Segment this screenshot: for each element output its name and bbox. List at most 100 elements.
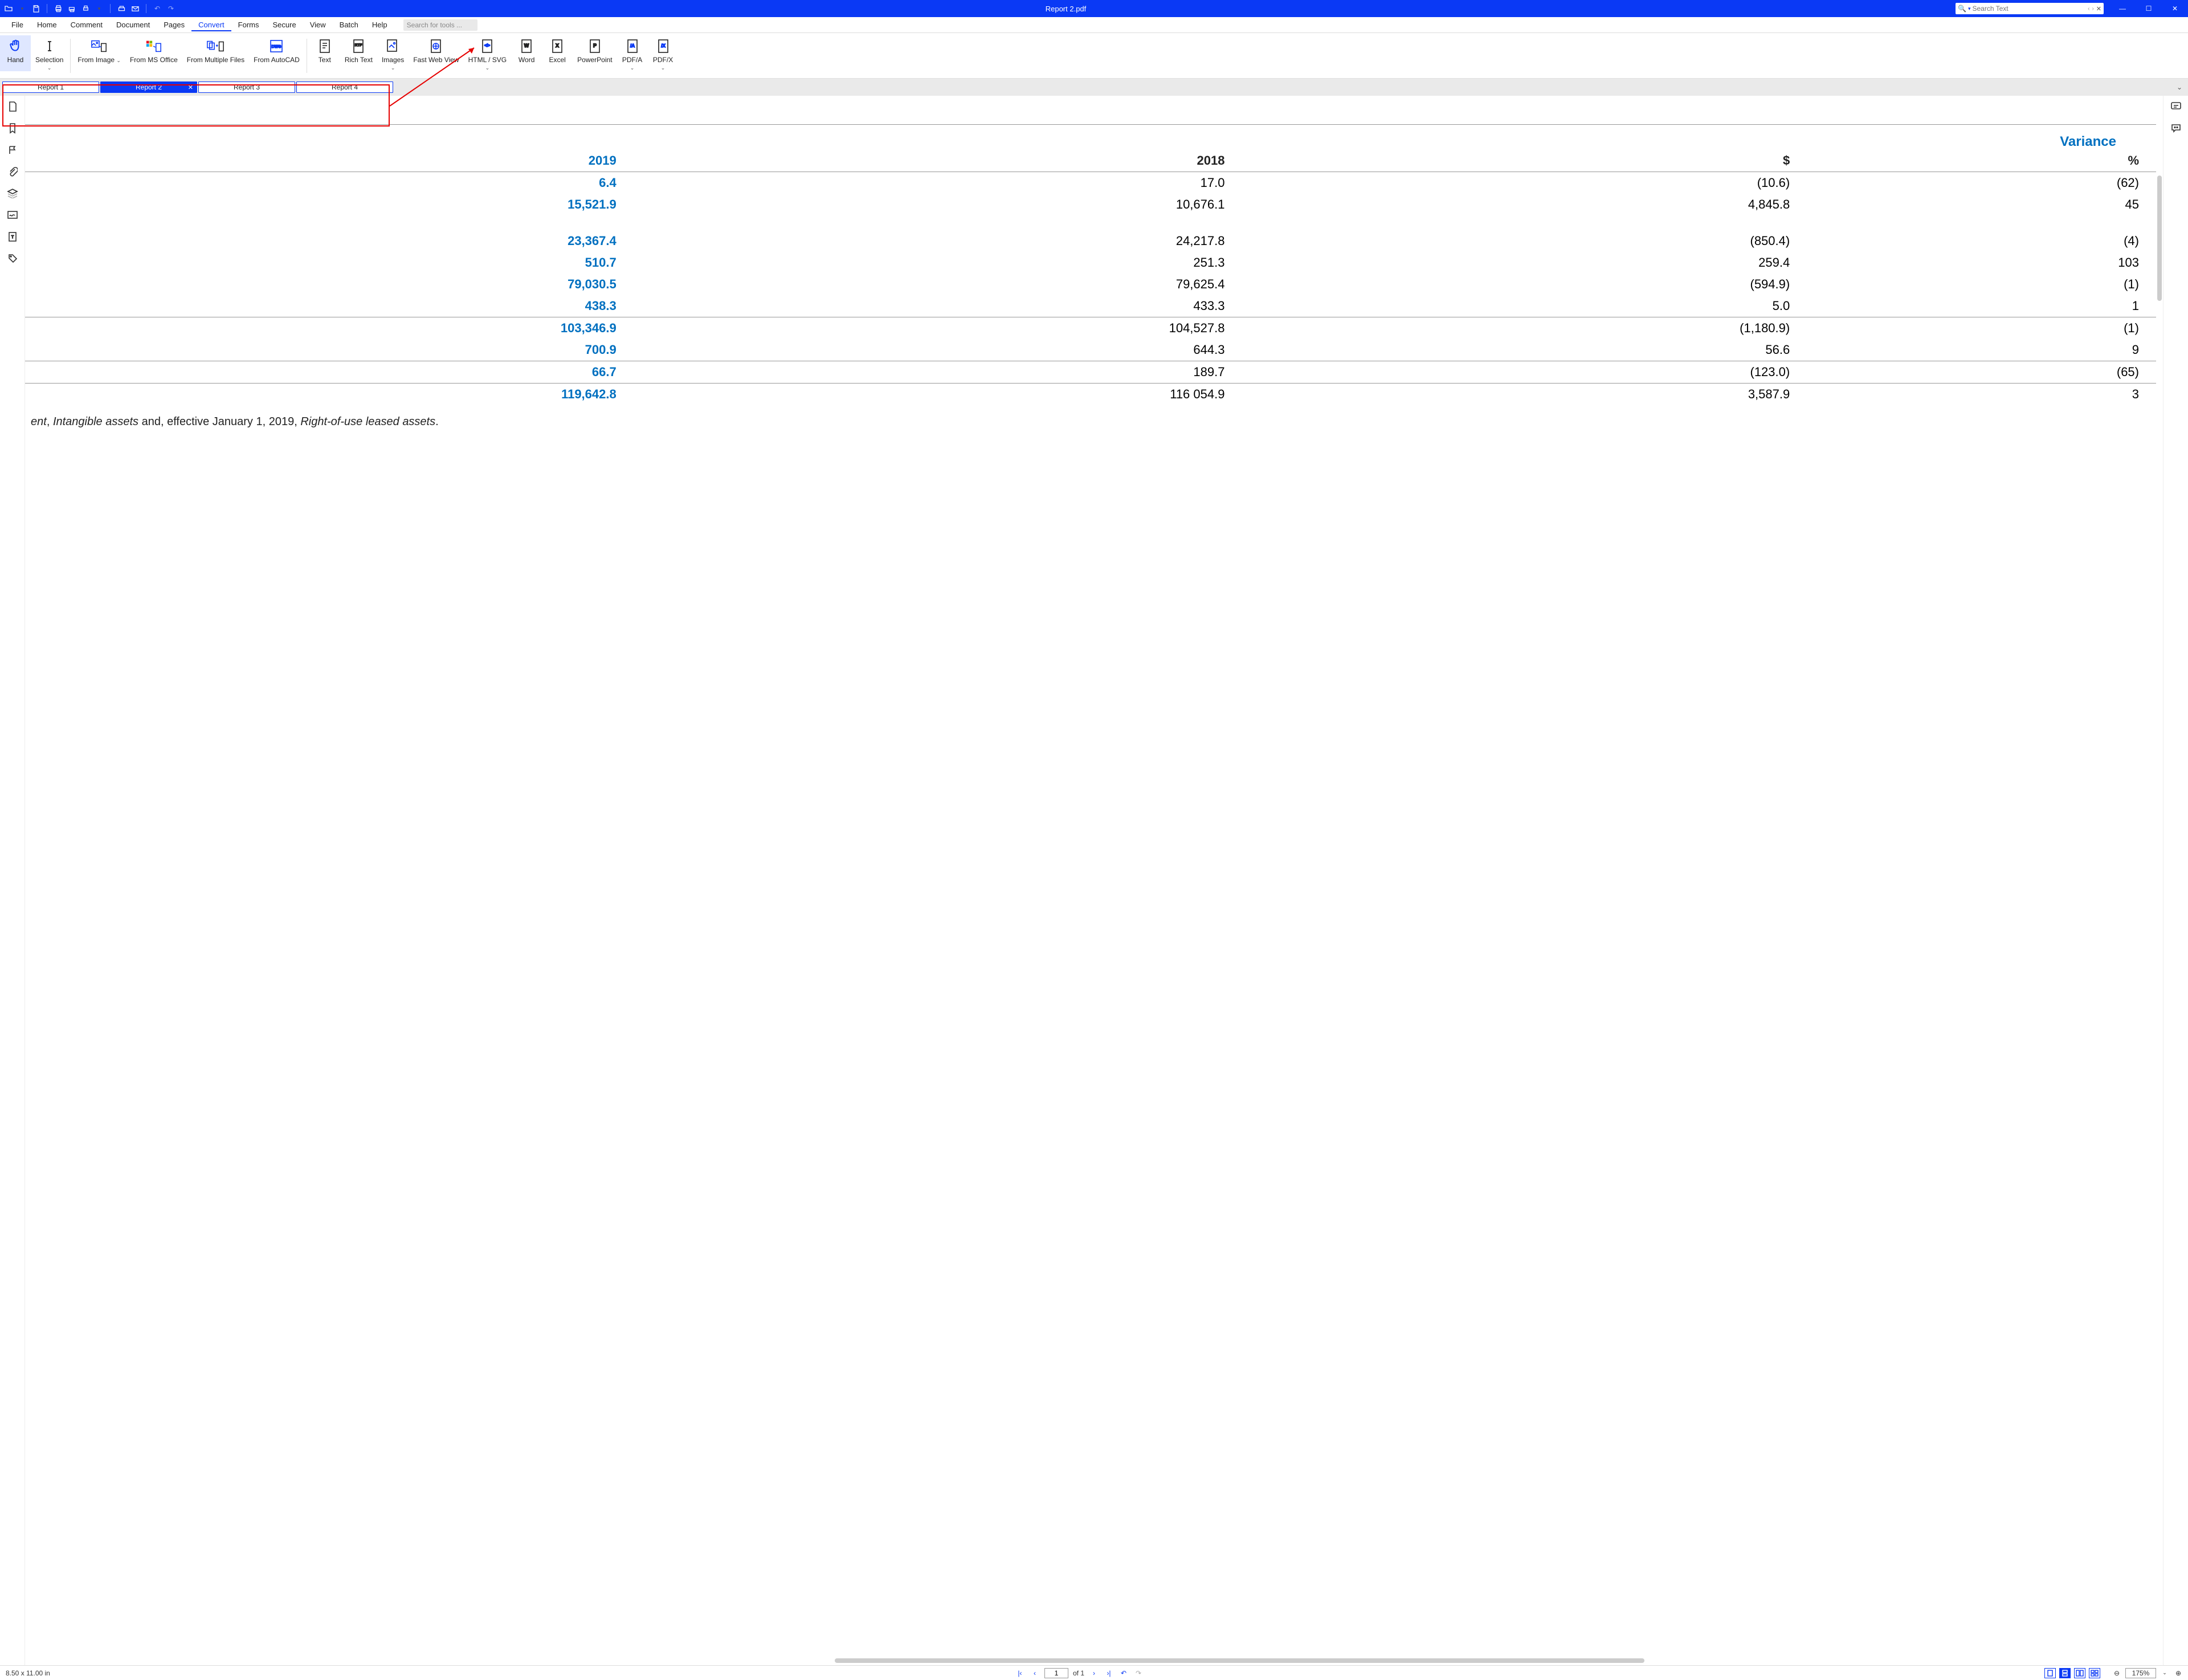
zoom-level-input[interactable]: 175% — [2125, 1668, 2156, 1678]
search-input[interactable] — [1972, 5, 2086, 13]
save-icon[interactable] — [31, 3, 41, 14]
document-tab[interactable]: Report 2✕ — [100, 81, 197, 93]
layers-panel-icon[interactable] — [6, 187, 19, 199]
search-dropdown-icon[interactable]: ▾ — [1968, 6, 1971, 12]
menu-comment[interactable]: Comment — [64, 18, 109, 31]
page-number-input[interactable] — [1044, 1668, 1068, 1678]
chevron-down-icon[interactable]: ⌄ — [485, 65, 490, 71]
pdfx-icon: /X — [656, 36, 670, 56]
two-page-continuous-button[interactable] — [2089, 1668, 2100, 1678]
redo-icon[interactable]: ↷ — [166, 3, 176, 14]
menu-home[interactable]: Home — [30, 18, 64, 31]
print-all-icon[interactable] — [67, 3, 77, 14]
next-page-icon[interactable]: › — [1089, 1668, 1099, 1678]
chevron-down-icon[interactable]: ⌄ — [630, 65, 635, 71]
from-image-button[interactable]: From Image ⌄ — [73, 35, 125, 64]
content-panel-icon[interactable]: T — [6, 230, 19, 243]
search-prev-icon[interactable]: ‹ — [2088, 6, 2090, 12]
to-rich-text-button[interactable]: RTF Rich Text — [340, 35, 377, 71]
to-text-button[interactable]: Text — [309, 35, 340, 71]
title-search-box[interactable]: 🔍 ▾ ‹ › ✕ — [1956, 3, 2104, 14]
document-viewport[interactable]: Variance 2019 2018 $ % 6.417.0(10.6)(62)… — [25, 96, 2163, 1665]
print-dropdown-icon[interactable]: ▾ — [94, 3, 104, 14]
from-ms-office-button[interactable]: From MS Office — [125, 35, 182, 64]
tags-panel-icon[interactable] — [6, 252, 19, 264]
zoom-out-icon[interactable]: ⊖ — [2112, 1668, 2122, 1678]
print-icon[interactable] — [53, 3, 63, 14]
document-tab[interactable]: Report 3 — [198, 81, 295, 93]
menu-document[interactable]: Document — [109, 18, 157, 31]
menu-file[interactable]: File — [5, 18, 30, 31]
hand-tool-button[interactable]: Hand — [0, 35, 31, 71]
first-page-icon[interactable]: |‹ — [1015, 1668, 1025, 1678]
pages-panel-icon[interactable] — [6, 100, 19, 113]
email-icon[interactable] — [130, 3, 140, 14]
tab-close-icon[interactable]: ✕ — [188, 84, 193, 91]
scan-icon[interactable] — [116, 3, 126, 14]
menu-pages[interactable]: Pages — [157, 18, 191, 31]
to-excel-button[interactable]: X Excel — [542, 35, 573, 71]
to-html-svg-button[interactable]: </> HTML / SVG⌄ — [464, 35, 512, 71]
zoom-in-icon[interactable]: ⊕ — [2173, 1668, 2183, 1678]
tabs-overflow-icon[interactable]: ⌄ — [2177, 83, 2182, 91]
prev-page-icon[interactable]: ‹ — [1030, 1668, 1040, 1678]
prev-view-icon[interactable]: ↶ — [1119, 1668, 1129, 1678]
menu-convert[interactable]: Convert — [191, 18, 231, 31]
text-cursor-icon — [43, 36, 56, 56]
single-page-view-button[interactable] — [2044, 1668, 2056, 1678]
chat-panel-icon[interactable] — [2170, 122, 2182, 134]
search-next-icon[interactable]: › — [2092, 6, 2094, 12]
menu-batch[interactable]: Batch — [333, 18, 365, 31]
to-images-button[interactable]: Images⌄ — [377, 35, 409, 71]
menu-forms[interactable]: Forms — [231, 18, 266, 31]
open-file-icon[interactable] — [3, 3, 14, 14]
menu-help[interactable]: Help — [365, 18, 394, 31]
to-pdfa-button[interactable]: /A PDF/A⌄ — [617, 35, 648, 71]
chevron-down-icon[interactable]: ⌄ — [116, 58, 121, 63]
close-button[interactable]: ✕ — [2162, 0, 2188, 17]
flag-panel-icon[interactable] — [6, 144, 19, 156]
selection-tool-button[interactable]: Selection⌄ — [31, 35, 68, 71]
table-row: 15,521.910,676.14,845.845 — [25, 194, 2156, 215]
last-page-icon[interactable]: ›| — [1104, 1668, 1114, 1678]
menu-secure[interactable]: Secure — [266, 18, 303, 31]
to-word-button[interactable]: W Word — [511, 35, 542, 71]
table-cell: 4,845.8 — [1242, 194, 1807, 215]
signature-panel-icon[interactable] — [6, 209, 19, 221]
document-tab[interactable]: Report 1 — [2, 81, 99, 93]
vertical-scrollbar[interactable] — [2157, 176, 2162, 301]
next-view-icon[interactable]: ↷ — [1133, 1668, 1144, 1678]
search-clear-icon[interactable]: ✕ — [2096, 5, 2101, 13]
menu-view[interactable]: View — [303, 18, 333, 31]
zoom-dropdown-icon[interactable]: ⌄ — [2160, 1668, 2170, 1678]
from-multiple-files-button[interactable]: From Multiple Files — [182, 35, 249, 64]
to-powerpoint-button[interactable]: P PowerPoint — [573, 35, 617, 71]
undo-icon[interactable]: ↶ — [152, 3, 162, 14]
bookmarks-panel-icon[interactable] — [6, 122, 19, 134]
continuous-view-button[interactable] — [2059, 1668, 2071, 1678]
minimize-button[interactable]: — — [2109, 0, 2136, 17]
to-pdfx-button[interactable]: /X PDF/X⌄ — [648, 35, 679, 71]
pdfa-icon: /A — [626, 36, 639, 56]
chevron-down-icon[interactable]: ⌄ — [47, 65, 52, 71]
maximize-button[interactable]: ☐ — [2136, 0, 2162, 17]
to-fast-web-view-button[interactable]: Fast Web View — [409, 35, 463, 71]
tool-search-input[interactable]: Search for tools ... — [403, 19, 477, 31]
search-icon: 🔍 — [1958, 5, 1966, 13]
table-cell: (1,180.9) — [1242, 317, 1807, 340]
attachments-panel-icon[interactable] — [6, 165, 19, 178]
document-tab[interactable]: Report 4 — [296, 81, 393, 93]
chevron-down-icon[interactable]: ⌄ — [661, 65, 666, 71]
chevron-down-icon[interactable]: ⌄ — [391, 65, 395, 71]
menu-bar: FileHomeCommentDocumentPagesConvertForms… — [0, 17, 2188, 33]
table-cell: 66.7 — [25, 361, 634, 384]
table-row — [25, 215, 2156, 230]
table-cell: (10.6) — [1242, 172, 1807, 194]
print-preview-icon[interactable] — [80, 3, 91, 14]
horizontal-scrollbar-thumb[interactable] — [835, 1658, 1644, 1663]
from-autocad-button[interactable]: DWG From AutoCAD — [249, 35, 304, 64]
two-page-view-button[interactable] — [2074, 1668, 2085, 1678]
horizontal-scrollbar-track[interactable] — [25, 1658, 2156, 1664]
comments-panel-icon[interactable] — [2170, 100, 2182, 113]
open-dropdown-icon[interactable]: ▾ — [17, 3, 27, 14]
